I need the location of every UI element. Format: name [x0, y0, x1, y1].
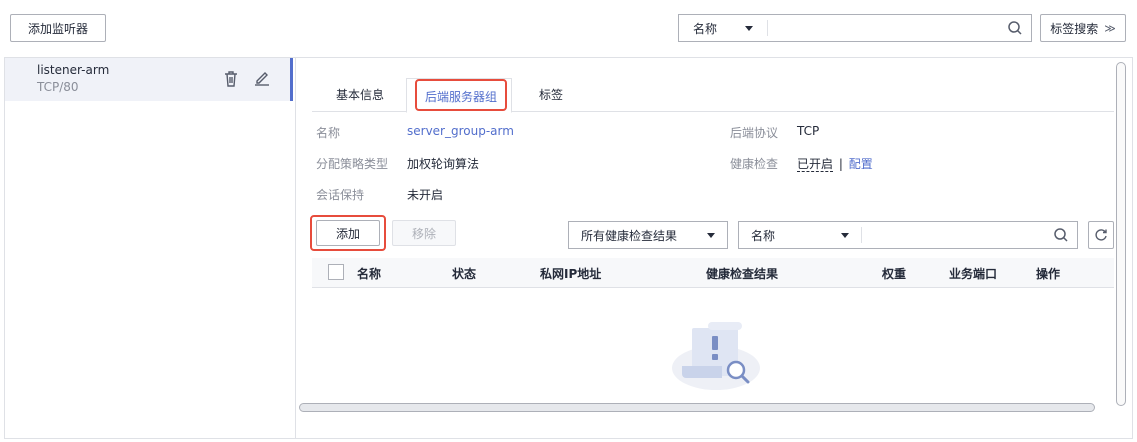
column-header-status[interactable]: 状态 — [452, 265, 476, 282]
member-search-bar[interactable]: 名称 — [738, 221, 1078, 249]
listener-list-panel — [4, 57, 295, 439]
tab-basic-info-label: 基本信息 — [335, 88, 384, 102]
strategy-value: 加权轮询算法 — [407, 157, 480, 171]
search-bar[interactable]: 名称 — [678, 14, 1032, 42]
listener-name: listener-arm — [37, 63, 110, 77]
tag-search-button[interactable]: 标签搜索 ≫ — [1040, 14, 1126, 42]
horizontal-scrollbar[interactable] — [299, 403, 1095, 412]
refresh-icon — [1094, 228, 1108, 242]
server-group-name-link[interactable]: server_group-arm — [407, 124, 514, 138]
protocol-value: TCP — [797, 124, 820, 138]
member-search-input[interactable] — [862, 222, 1053, 248]
filter-select-label[interactable]: 名称 — [693, 20, 717, 37]
listener-protocol-port: TCP/80 — [37, 80, 79, 94]
selected-indicator — [290, 58, 293, 101]
chevron-down-icon — [707, 232, 715, 238]
tab-tags-label: 标签 — [538, 88, 563, 102]
chevron-down-icon[interactable] — [841, 232, 850, 238]
add-listener-button[interactable]: 添加监听器 — [10, 14, 106, 42]
member-filter-select-label[interactable]: 名称 — [751, 227, 775, 244]
search-icon[interactable] — [1053, 227, 1069, 243]
tab-backend-server-group-label: 后端服务器组 — [424, 90, 497, 104]
refresh-button[interactable] — [1088, 221, 1114, 249]
double-chevron-down-icon: ≫ — [1104, 21, 1116, 35]
column-header-health-result[interactable]: 健康检查结果 — [706, 265, 778, 282]
search-input[interactable] — [768, 15, 1007, 41]
edit-icon[interactable] — [253, 68, 271, 89]
chevron-down-icon[interactable] — [745, 25, 754, 31]
column-header-actions: 操作 — [1036, 267, 1061, 281]
tab-tags[interactable]: 标签 — [530, 86, 572, 106]
empty-state-illustration — [666, 318, 766, 390]
tag-search-label: 标签搜索 — [1050, 21, 1099, 36]
health-value: 已开启 | 配置 — [797, 155, 873, 172]
column-header-business-port[interactable]: 业务端口 — [949, 265, 997, 282]
health-separator: | — [838, 157, 843, 171]
remove-member-button[interactable]: 移除 — [392, 220, 456, 246]
delete-icon[interactable] — [223, 70, 239, 91]
health-status: 已开启 — [797, 157, 834, 172]
health-result-select[interactable]: 所有健康检查结果 — [568, 221, 728, 249]
health-result-select-label: 所有健康检查结果 — [581, 228, 678, 243]
session-value: 未开启 — [407, 188, 444, 202]
column-header-private-ip[interactable]: 私网IP地址 — [540, 265, 601, 282]
health-label: 健康检查 — [730, 157, 779, 171]
health-config-link[interactable]: 配置 — [849, 157, 873, 171]
add-member-button[interactable]: 添加 — [316, 220, 380, 246]
search-icon[interactable] — [1007, 20, 1023, 36]
column-header-name[interactable]: 名称 — [357, 265, 381, 282]
add-member-label: 添加 — [335, 226, 360, 241]
add-listener-label: 添加监听器 — [27, 21, 88, 36]
name-label: 名称 — [316, 126, 341, 140]
tab-basic-info[interactable]: 基本信息 — [322, 86, 398, 106]
column-header-weight[interactable]: 权重 — [882, 265, 906, 282]
strategy-label: 分配策略类型 — [316, 157, 389, 171]
vertical-scrollbar[interactable] — [1116, 62, 1126, 406]
protocol-label: 后端协议 — [730, 126, 779, 140]
listener-item[interactable]: listener-arm TCP/80 — [5, 58, 292, 101]
remove-member-label: 移除 — [411, 226, 436, 241]
session-label: 会话保持 — [316, 188, 365, 202]
select-all-checkbox[interactable] — [328, 264, 344, 280]
